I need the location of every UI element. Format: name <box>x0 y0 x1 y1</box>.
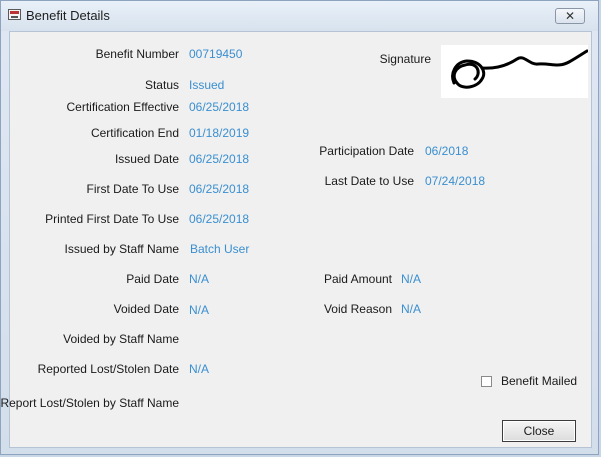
paid-amount-value: N/A <box>401 272 422 286</box>
signature-scribble <box>451 49 589 89</box>
report-lost-stolen-by-staff-name-label: Report Lost/Stolen by Staff Name <box>0 396 179 410</box>
signature-image <box>441 45 589 98</box>
benefit-number-label: Benefit Number <box>95 47 179 61</box>
last-date-to-use-label: Last Date to Use <box>324 174 414 188</box>
benefit-mailed-label[interactable]: Benefit Mailed <box>501 374 577 388</box>
voided-date-label: Voided Date <box>113 302 179 316</box>
voided-date-value: N/A <box>189 303 210 317</box>
app-icon <box>8 9 21 20</box>
issued-by-staff-name-value: Batch User <box>190 242 250 256</box>
voided-by-staff-name-label: Voided by Staff Name <box>63 332 179 346</box>
close-button[interactable]: Close <box>502 420 576 442</box>
benefit-mailed-checkbox[interactable] <box>481 376 492 387</box>
window-close-icon[interactable]: ✕ <box>555 8 585 24</box>
certification-effective-label: Certification Effective <box>66 100 180 114</box>
certification-end-value: 01/18/2019 <box>189 126 250 140</box>
issued-by-staff-name-label: Issued by Staff Name <box>64 242 179 256</box>
details-panel: Benefit Number 00719450 Status Issued Ce… <box>0 31 592 448</box>
participation-date-value: 06/2018 <box>425 144 469 158</box>
void-reason-value: N/A <box>401 302 422 316</box>
title-bar[interactable]: Benefit Details ✕ <box>1 1 598 31</box>
certification-end-label: Certification End <box>90 126 179 140</box>
participation-date-label: Participation Date <box>319 144 414 158</box>
paid-date-value: N/A <box>189 272 210 286</box>
reported-lost-stolen-date-label: Reported Lost/Stolen Date <box>37 362 179 376</box>
signature-label: Signature <box>379 52 431 66</box>
status-value: Issued <box>189 78 225 92</box>
last-date-to-use-value: 07/24/2018 <box>425 174 486 188</box>
paid-date-label: Paid Date <box>126 272 179 286</box>
reported-lost-stolen-date-value: N/A <box>189 362 210 376</box>
benefit-details-window: Benefit Details ✕ Benefit Number 0071945… <box>0 0 599 455</box>
certification-effective-value: 06/25/2018 <box>189 100 250 114</box>
benefit-number-value: 00719450 <box>189 47 243 61</box>
window-title: Benefit Details <box>26 8 110 23</box>
printed-first-date-to-use-value: 06/25/2018 <box>189 212 250 226</box>
first-date-to-use-value: 06/25/2018 <box>189 182 250 196</box>
printed-first-date-to-use-label: Printed First Date To Use <box>45 212 179 226</box>
paid-amount-label: Paid Amount <box>323 272 392 286</box>
first-date-to-use-label: First Date To Use <box>86 182 179 196</box>
issued-date-value: 06/25/2018 <box>189 152 250 166</box>
void-reason-label: Void Reason <box>323 302 392 316</box>
status-label: Status <box>144 78 179 92</box>
issued-date-label: Issued Date <box>114 152 179 166</box>
